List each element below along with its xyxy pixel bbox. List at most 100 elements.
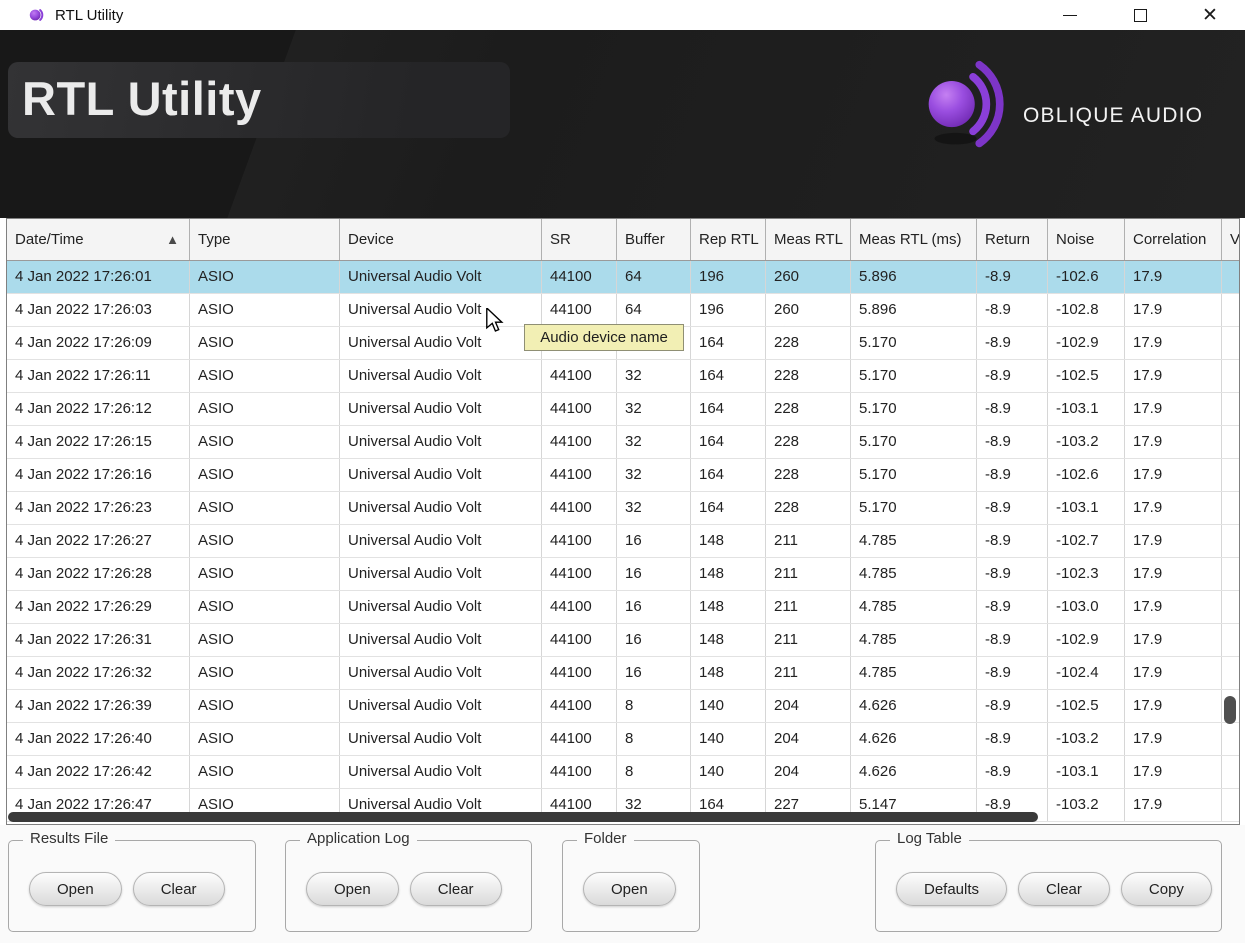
table-cell: -8.9: [977, 393, 1048, 425]
table-row[interactable]: 4 Jan 2022 17:26:29 ASIO Universal Audio V…: [7, 591, 1239, 624]
brand-block: OBLIQUE AUDIO: [825, 30, 1245, 218]
table-cell: -103.1: [1048, 756, 1125, 788]
table-cell: 17.9: [1125, 261, 1222, 293]
column-header[interactable]: Correlation: [1125, 219, 1222, 260]
table-cell: 44100: [542, 459, 617, 491]
column-header-label: Meas RTL: [774, 231, 843, 248]
table-cell: 16: [617, 591, 691, 623]
column-header[interactable]: Meas RTL: [766, 219, 851, 260]
log-table-defaults-button[interactable]: Defaults: [896, 872, 1008, 906]
table-cell: -102.7: [1048, 525, 1125, 557]
table-cell: 17.9: [1125, 690, 1222, 722]
table-cell-empty: [1222, 327, 1239, 359]
application-log-clear-button[interactable]: Clear: [409, 872, 502, 906]
table-cell-empty: [1222, 492, 1239, 524]
column-header[interactable]: Noise: [1048, 219, 1125, 260]
table-cell: 16: [617, 624, 691, 656]
table-cell: Universal Audio Volt: [340, 624, 542, 656]
results-file-label: Results File: [23, 830, 116, 847]
horizontal-scrollbar-thumb[interactable]: [8, 812, 1038, 822]
table-cell: 4 Jan 2022 17:26:40: [7, 723, 190, 755]
table-row[interactable]: 4 Jan 2022 17:26:42 ASIO Universal Audio V…: [7, 756, 1239, 789]
column-header[interactable]: SR: [542, 219, 617, 260]
column-header[interactable]: Return: [977, 219, 1048, 260]
column-header-label: Rep RTL: [699, 231, 759, 248]
table-cell: Universal Audio Volt: [340, 723, 542, 755]
table-cell: ASIO: [190, 294, 340, 326]
results-file-open-button[interactable]: Open: [29, 872, 122, 906]
application-log-open-button[interactable]: Open: [306, 872, 399, 906]
table-cell: -102.6: [1048, 261, 1125, 293]
table-cell: 16: [617, 525, 691, 557]
column-header[interactable]: Buffer: [617, 219, 691, 260]
table-row[interactable]: 4 Jan 2022 17:26:11 ASIO Universal Audio V…: [7, 360, 1239, 393]
table-cell: 4.785: [851, 558, 977, 590]
table-cell: Universal Audio Volt: [340, 261, 542, 293]
column-header[interactable]: V: [1222, 219, 1239, 260]
table-cell-empty: [1222, 525, 1239, 557]
table-row[interactable]: 4 Jan 2022 17:26:40 ASIO Universal Audio V…: [7, 723, 1239, 756]
column-header[interactable]: Meas RTL (ms): [851, 219, 977, 260]
table-cell: 4.785: [851, 591, 977, 623]
log-table-copy-button[interactable]: Copy: [1120, 872, 1212, 906]
column-header[interactable]: Date/Time ▲: [7, 219, 190, 260]
maximize-button[interactable]: [1105, 0, 1175, 30]
table-cell-empty: [1222, 426, 1239, 458]
table-row[interactable]: 4 Jan 2022 17:26:27 ASIO Universal Audio V…: [7, 525, 1239, 558]
table-cell: 140: [691, 756, 766, 788]
table-cell-empty: [1222, 459, 1239, 491]
minimize-button[interactable]: [1035, 0, 1105, 30]
title-plate: RTL Utility: [8, 62, 510, 138]
table-row[interactable]: 4 Jan 2022 17:26:12 ASIO Universal Audio V…: [7, 393, 1239, 426]
table-cell: 17.9: [1125, 624, 1222, 656]
table-cell: Universal Audio Volt: [340, 294, 542, 326]
column-header[interactable]: Device: [340, 219, 542, 260]
table-cell: 44100: [542, 393, 617, 425]
table-cell: 140: [691, 723, 766, 755]
table-cell: -103.2: [1048, 723, 1125, 755]
table-cell: ASIO: [190, 492, 340, 524]
table-row[interactable]: 4 Jan 2022 17:26:16 ASIO Universal Audio V…: [7, 459, 1239, 492]
table-cell: 17.9: [1125, 789, 1222, 821]
table-cell: 228: [766, 360, 851, 392]
table-row[interactable]: 4 Jan 2022 17:26:15 ASIO Universal Audio V…: [7, 426, 1239, 459]
window-controls: ✕: [1035, 0, 1245, 30]
table-cell: 4 Jan 2022 17:26:23: [7, 492, 190, 524]
table-cell: 4 Jan 2022 17:26:28: [7, 558, 190, 590]
table-row[interactable]: 4 Jan 2022 17:26:03 ASIO Universal Audio V…: [7, 294, 1239, 327]
folder-label: Folder: [577, 830, 634, 847]
table-cell-empty: [1222, 360, 1239, 392]
close-button[interactable]: ✕: [1175, 0, 1245, 30]
table-row[interactable]: 4 Jan 2022 17:26:31 ASIO Universal Audio V…: [7, 624, 1239, 657]
folder-group: Folder Open: [562, 830, 700, 932]
table-cell: 4 Jan 2022 17:26:27: [7, 525, 190, 557]
table-row[interactable]: 4 Jan 2022 17:26:28 ASIO Universal Audio V…: [7, 558, 1239, 591]
table-cell: 44100: [542, 624, 617, 656]
table-row[interactable]: 4 Jan 2022 17:26:01 ASIO Universal Audio V…: [7, 261, 1239, 294]
table-cell: 164: [691, 327, 766, 359]
table-cell: -8.9: [977, 756, 1048, 788]
table-cell: -8.9: [977, 360, 1048, 392]
table-row[interactable]: 4 Jan 2022 17:26:39 ASIO Universal Audio V…: [7, 690, 1239, 723]
table-cell: -102.8: [1048, 294, 1125, 326]
table-cell: 211: [766, 591, 851, 623]
table-cell: 164: [691, 426, 766, 458]
log-table-clear-button[interactable]: Clear: [1018, 872, 1110, 906]
table-cell: 228: [766, 492, 851, 524]
table-cell-empty: [1222, 789, 1239, 821]
table-cell-empty: [1222, 294, 1239, 326]
table-cell-empty: [1222, 393, 1239, 425]
results-file-clear-button[interactable]: Clear: [132, 872, 225, 906]
table-cell: 4 Jan 2022 17:26:11: [7, 360, 190, 392]
footer-controls: Results File Open Clear Application Log …: [0, 825, 1245, 943]
column-header[interactable]: Type: [190, 219, 340, 260]
table-cell: 4 Jan 2022 17:26:32: [7, 657, 190, 689]
vertical-scrollbar-thumb[interactable]: [1224, 696, 1236, 724]
table-cell: 5.170: [851, 459, 977, 491]
table-cell: 4 Jan 2022 17:26:15: [7, 426, 190, 458]
table-cell: 5.170: [851, 426, 977, 458]
folder-open-button[interactable]: Open: [583, 872, 676, 906]
table-row[interactable]: 4 Jan 2022 17:26:32 ASIO Universal Audio V…: [7, 657, 1239, 690]
column-header[interactable]: Rep RTL: [691, 219, 766, 260]
table-row[interactable]: 4 Jan 2022 17:26:23 ASIO Universal Audio V…: [7, 492, 1239, 525]
